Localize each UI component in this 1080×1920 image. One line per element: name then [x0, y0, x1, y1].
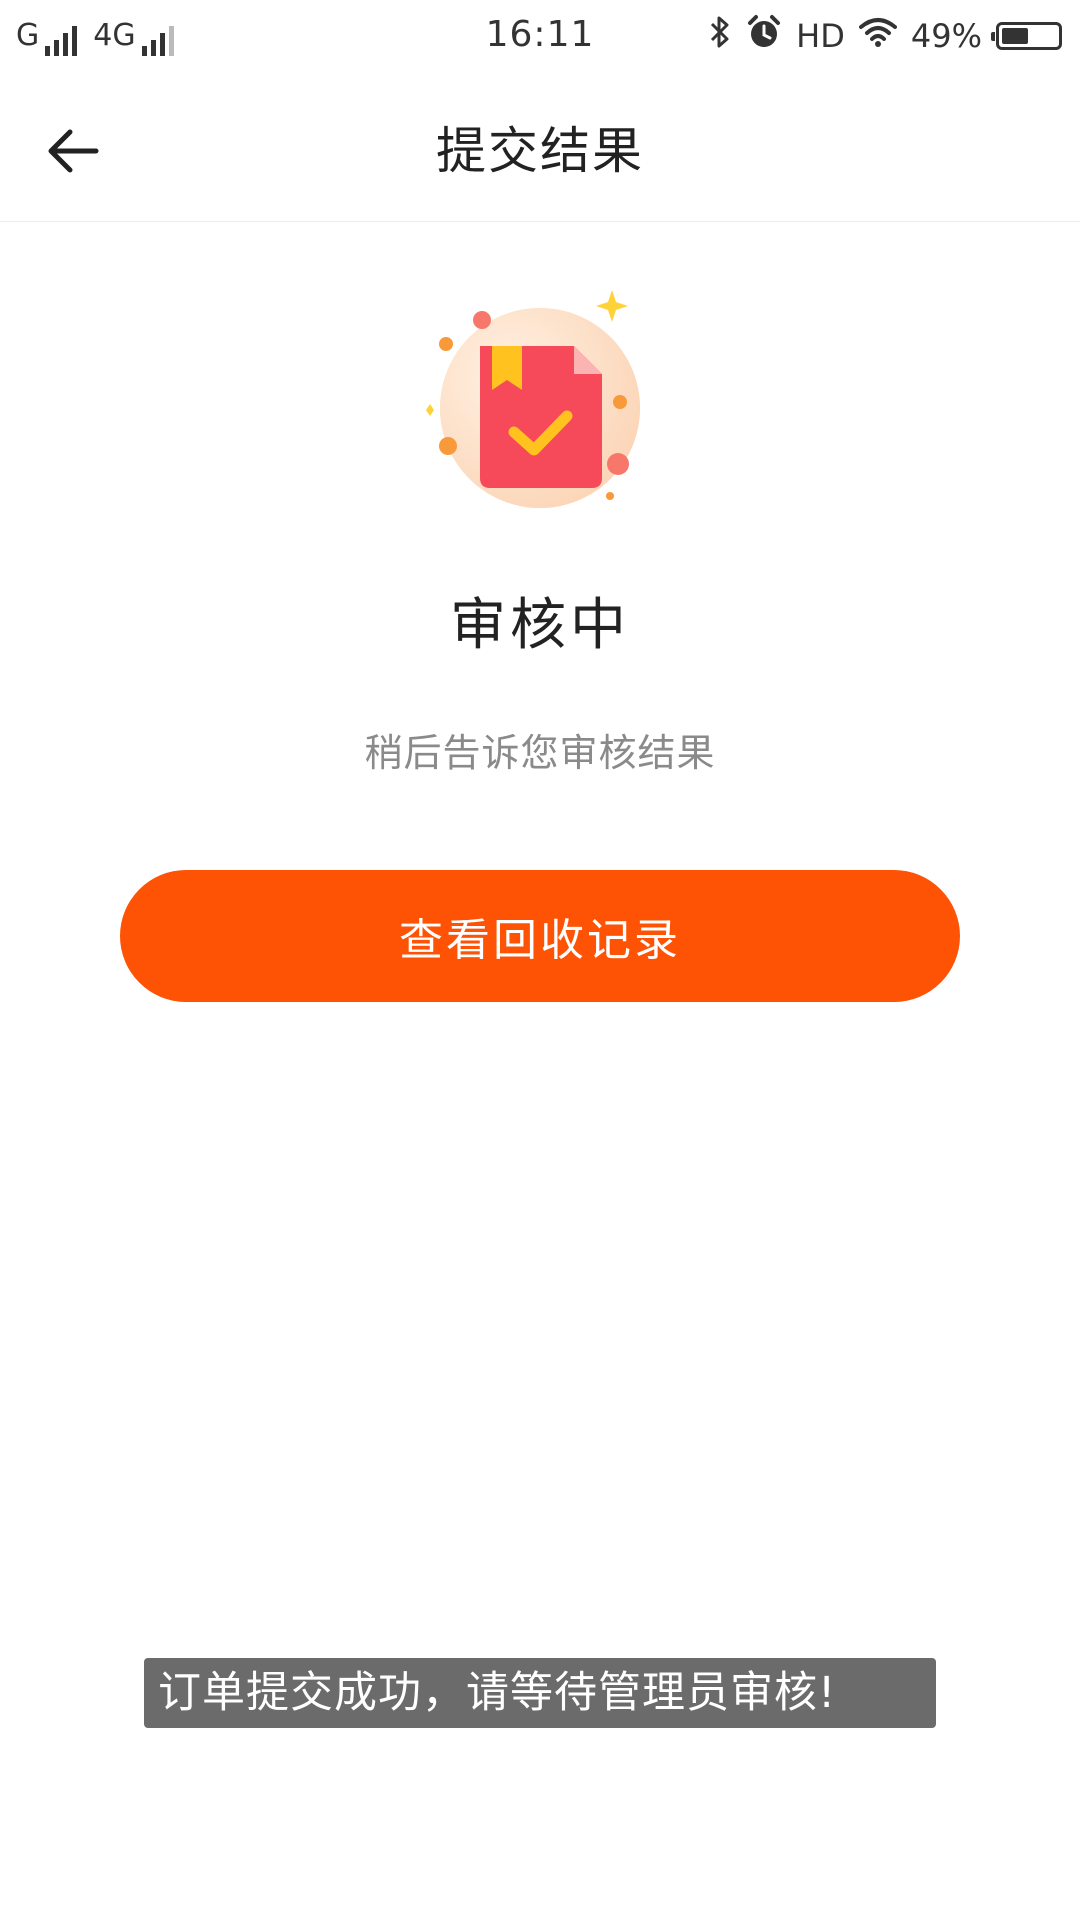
view-records-button[interactable]: 查看回收记录 — [120, 870, 960, 1002]
submit-result-screen: G 4G 16:11 HD 49% 提交结果 审核中 稍后告诉您审核结果 查看回… — [0, 0, 1080, 1920]
toast-message: 订单提交成功，请等待管理员审核! — [144, 1658, 936, 1728]
wifi-icon — [858, 17, 897, 55]
status-bar: G 4G 16:11 HD 49% — [0, 0, 1080, 76]
nav-header: 提交结果 — [0, 76, 1080, 222]
review-status-subtitle: 稍后告诉您审核结果 — [364, 731, 716, 775]
status-icons: HD 49% — [708, 14, 1062, 58]
bluetooth-icon — [708, 15, 732, 57]
alarm-icon — [746, 14, 782, 58]
page-title: 提交结果 — [436, 122, 644, 180]
document-check-icon — [410, 286, 670, 526]
hd-label: HD — [796, 17, 845, 55]
battery-percent: 49% — [910, 17, 982, 55]
review-status-title: 审核中 — [450, 593, 630, 658]
battery-icon — [991, 22, 1062, 50]
